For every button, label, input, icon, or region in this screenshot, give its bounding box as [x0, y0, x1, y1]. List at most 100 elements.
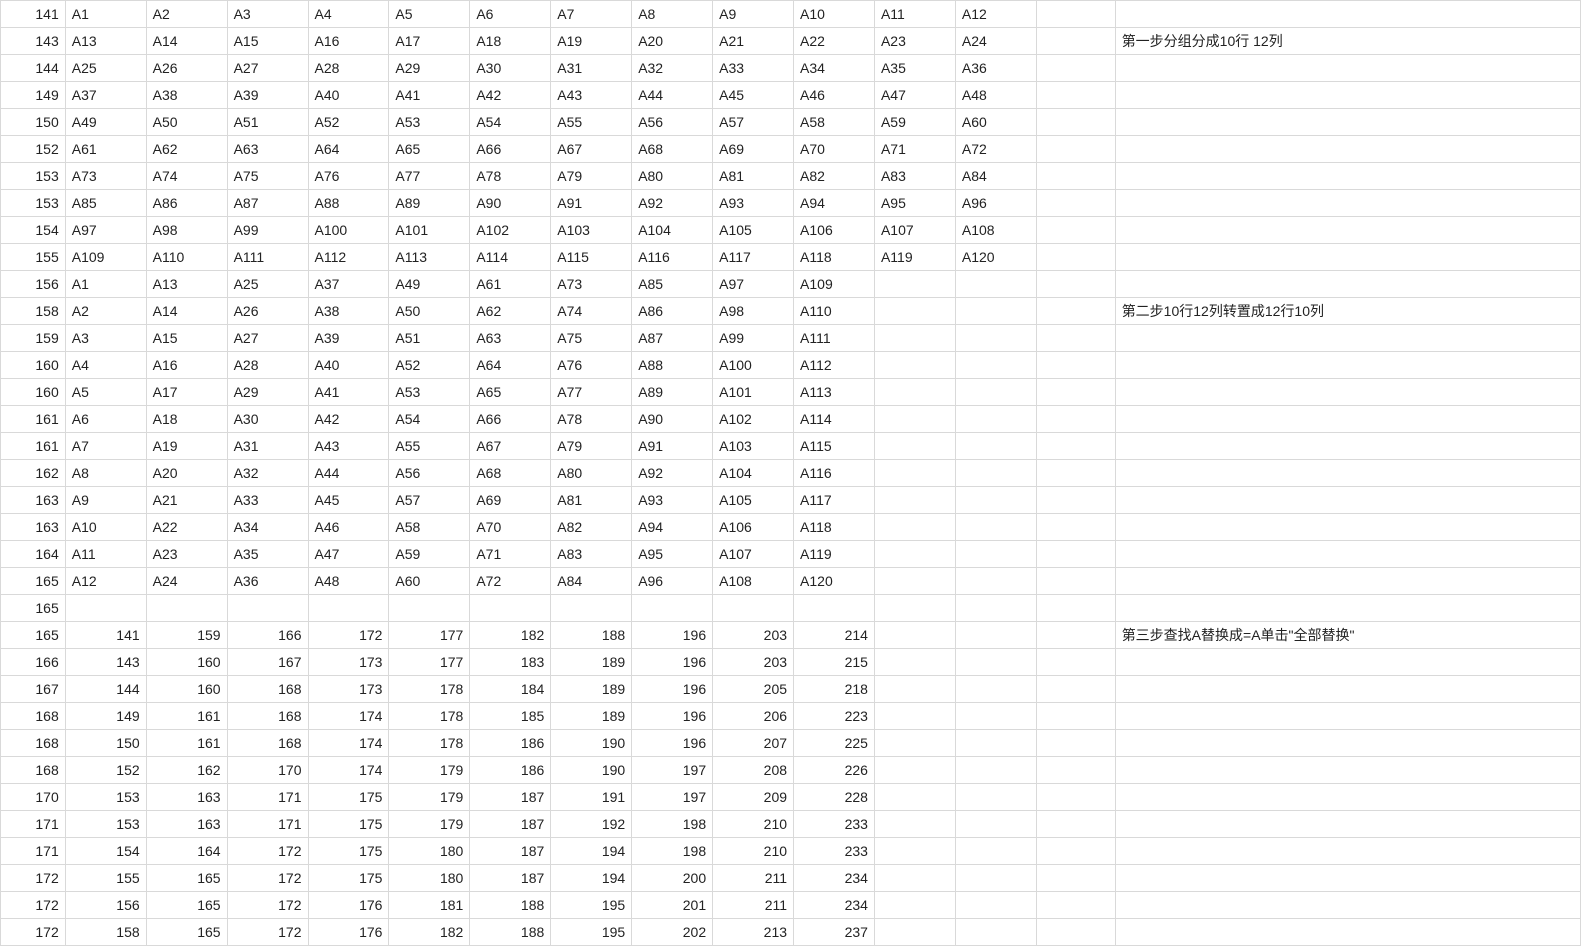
cell[interactable]: A113: [389, 244, 470, 271]
cell[interactable]: A104: [713, 460, 794, 487]
cell[interactable]: A116: [632, 244, 713, 271]
cell[interactable]: A33: [713, 55, 794, 82]
cell[interactable]: 163: [146, 784, 227, 811]
cell[interactable]: A4: [65, 352, 146, 379]
cell[interactable]: A106: [713, 514, 794, 541]
cell[interactable]: A41: [308, 379, 389, 406]
cell[interactable]: A36: [227, 568, 308, 595]
cell[interactable]: A31: [227, 433, 308, 460]
row-number[interactable]: 152: [1, 136, 66, 163]
row-number[interactable]: 171: [1, 838, 66, 865]
cell[interactable]: A80: [632, 163, 713, 190]
cell[interactable]: A118: [794, 514, 875, 541]
cell[interactable]: [874, 811, 955, 838]
cell[interactable]: 175: [308, 784, 389, 811]
cell[interactable]: A45: [308, 487, 389, 514]
cell[interactable]: 211: [713, 892, 794, 919]
cell[interactable]: A62: [146, 136, 227, 163]
cell[interactable]: A107: [874, 217, 955, 244]
cell[interactable]: A10: [794, 1, 875, 28]
cell[interactable]: 237: [794, 919, 875, 946]
cell[interactable]: A31: [551, 55, 632, 82]
cell[interactable]: 196: [632, 730, 713, 757]
cell[interactable]: 156: [65, 892, 146, 919]
cell[interactable]: 180: [389, 865, 470, 892]
cell[interactable]: A52: [308, 109, 389, 136]
cell[interactable]: 153: [65, 784, 146, 811]
cell[interactable]: A93: [632, 487, 713, 514]
row-number[interactable]: 160: [1, 352, 66, 379]
cell[interactable]: 172: [308, 622, 389, 649]
cell[interactable]: A37: [65, 82, 146, 109]
cell[interactable]: A92: [632, 190, 713, 217]
cell[interactable]: [955, 757, 1036, 784]
cell[interactable]: [955, 298, 1036, 325]
cell[interactable]: 197: [632, 757, 713, 784]
cell[interactable]: A23: [874, 28, 955, 55]
cell[interactable]: 172: [227, 919, 308, 946]
cell[interactable]: 162: [146, 757, 227, 784]
cell[interactable]: 182: [470, 622, 551, 649]
cell[interactable]: 234: [794, 865, 875, 892]
cell[interactable]: [874, 676, 955, 703]
cell[interactable]: A45: [713, 82, 794, 109]
cell[interactable]: A60: [955, 109, 1036, 136]
cell[interactable]: A53: [389, 109, 470, 136]
cell[interactable]: A75: [227, 163, 308, 190]
cell[interactable]: A119: [794, 541, 875, 568]
cell[interactable]: A105: [713, 217, 794, 244]
cell[interactable]: A43: [308, 433, 389, 460]
cell[interactable]: A53: [389, 379, 470, 406]
cell[interactable]: A48: [308, 568, 389, 595]
cell[interactable]: A87: [227, 190, 308, 217]
cell[interactable]: [146, 595, 227, 622]
cell[interactable]: A13: [146, 271, 227, 298]
cell[interactable]: A35: [227, 541, 308, 568]
cell[interactable]: A86: [146, 190, 227, 217]
cell[interactable]: 158: [65, 919, 146, 946]
cell[interactable]: A16: [146, 352, 227, 379]
cell[interactable]: A90: [632, 406, 713, 433]
cell[interactable]: A51: [389, 325, 470, 352]
cell[interactable]: A115: [551, 244, 632, 271]
cell[interactable]: A71: [874, 136, 955, 163]
cell[interactable]: A84: [551, 568, 632, 595]
row-number[interactable]: 162: [1, 460, 66, 487]
cell[interactable]: A63: [227, 136, 308, 163]
cell[interactable]: A61: [65, 136, 146, 163]
cell[interactable]: A79: [551, 163, 632, 190]
cell[interactable]: A35: [874, 55, 955, 82]
cell[interactable]: A98: [146, 217, 227, 244]
cell[interactable]: A12: [955, 1, 1036, 28]
cell[interactable]: 171: [227, 811, 308, 838]
cell[interactable]: 198: [632, 811, 713, 838]
cell[interactable]: 175: [308, 865, 389, 892]
cell[interactable]: A30: [227, 406, 308, 433]
cell[interactable]: A109: [794, 271, 875, 298]
cell[interactable]: A30: [470, 55, 551, 82]
cell[interactable]: A119: [874, 244, 955, 271]
cell[interactable]: A61: [470, 271, 551, 298]
cell[interactable]: [874, 325, 955, 352]
cell[interactable]: [955, 919, 1036, 946]
cell[interactable]: A41: [389, 82, 470, 109]
cell[interactable]: 153: [65, 811, 146, 838]
cell[interactable]: 172: [227, 892, 308, 919]
cell[interactable]: A85: [65, 190, 146, 217]
cell[interactable]: [470, 595, 551, 622]
cell[interactable]: [65, 595, 146, 622]
cell[interactable]: A68: [470, 460, 551, 487]
row-number[interactable]: 165: [1, 568, 66, 595]
cell[interactable]: A64: [308, 136, 389, 163]
row-number[interactable]: 164: [1, 541, 66, 568]
cell[interactable]: [955, 892, 1036, 919]
row-number[interactable]: 153: [1, 190, 66, 217]
cell[interactable]: [874, 838, 955, 865]
cell[interactable]: A60: [389, 568, 470, 595]
cell[interactable]: A18: [146, 406, 227, 433]
cell[interactable]: A100: [713, 352, 794, 379]
cell[interactable]: A99: [713, 325, 794, 352]
cell[interactable]: [874, 433, 955, 460]
cell[interactable]: 163: [146, 811, 227, 838]
cell[interactable]: A34: [794, 55, 875, 82]
